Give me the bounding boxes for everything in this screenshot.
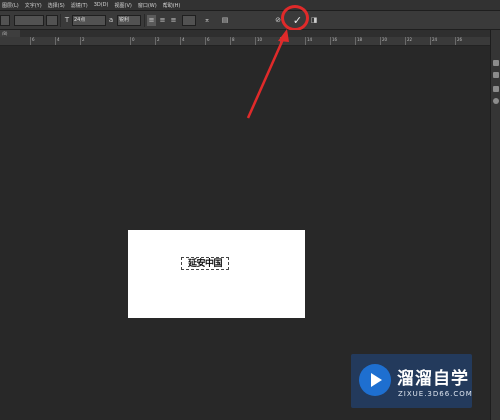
arrow-shaft [246, 36, 286, 119]
arrow-head [278, 29, 289, 42]
watermark-logo: 溜溜自学 ZIXUE.3D66.COM [351, 354, 472, 408]
watermark-title: 溜溜自学 [397, 369, 469, 389]
watermark-url: ZIXUE.3D66.COM [398, 390, 473, 398]
play-icon [359, 364, 391, 396]
